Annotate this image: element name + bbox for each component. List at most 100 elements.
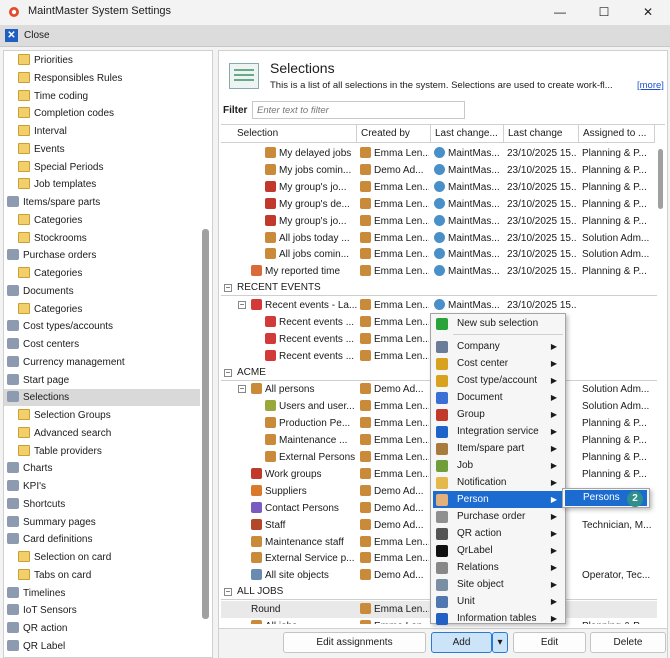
tree-scrollbar[interactable] (201, 53, 210, 653)
menu-item[interactable]: Relations ▶ (433, 559, 563, 576)
group-header[interactable]: − RECENT EVENTS (221, 280, 657, 297)
close-button[interactable]: Close (24, 30, 50, 41)
table-row[interactable]: My delayed jobs Emma Len... MaintMas... 23/… (221, 145, 657, 162)
tree-item[interactable]: Categories (4, 301, 200, 318)
tree-item[interactable]: Tabs on card (4, 567, 200, 584)
table-row[interactable]: My reported time Emma Len... MaintMas... 23… (221, 263, 657, 280)
menu-item[interactable]: New sub selection (433, 315, 563, 332)
collapse-icon[interactable]: − (224, 368, 232, 377)
cell-text: 23/10/2025 15... (507, 266, 577, 278)
window-close-button[interactable]: ✕ (626, 0, 670, 25)
tree-item[interactable]: Time coding (4, 88, 200, 105)
tree-item[interactable]: Selections (4, 389, 200, 407)
filter-input[interactable] (252, 101, 465, 119)
tree-item[interactable]: Items/spare parts (4, 194, 200, 211)
menu-item[interactable]: Company ▶ (433, 338, 563, 355)
cell-text: All persons (265, 384, 315, 396)
tree-item[interactable]: Categories (4, 212, 200, 229)
edit-assignments-button[interactable]: Edit assignments (283, 632, 426, 653)
cell-text: Emma Len... (374, 435, 429, 447)
tree-item[interactable]: Cost types/accounts (4, 318, 200, 335)
delete-button[interactable]: Delete (590, 632, 666, 653)
folder-icon (18, 160, 30, 172)
tree-item[interactable]: QR Label (4, 638, 200, 655)
menu-item[interactable]: QrLabel ▶ (433, 542, 563, 559)
maximize-button[interactable]: ☐ (582, 0, 626, 25)
tree-item[interactable]: Priorities (4, 52, 200, 69)
column-header[interactable]: Last change (504, 125, 579, 143)
submenu-arrow-icon: ▶ (550, 512, 557, 521)
cell-text: Emma Len... (374, 215, 429, 227)
menu-item[interactable]: Person ▶ (433, 491, 563, 508)
tree-item[interactable]: Purchase orders (4, 247, 200, 264)
tree-item[interactable]: Job templates (4, 176, 200, 193)
menu-item[interactable]: Notification ▶ (433, 474, 563, 491)
menu-item[interactable]: Cost type/account ▶ (433, 372, 563, 389)
table-row[interactable]: My group's jo... Emma Len... MaintMas... 23… (221, 179, 657, 196)
table-row[interactable]: All jobs today ... Emma Len... MaintMas...… (221, 230, 657, 247)
column-header[interactable]: Created by (357, 125, 431, 143)
table-row[interactable]: Recent events - La... Emma Len... MaintMas… (221, 297, 657, 314)
table-row[interactable]: My group's jo... Emma Len... MaintMas... 23… (221, 213, 657, 230)
expander-icon[interactable]: − (238, 385, 246, 394)
column-header[interactable]: Assigned to ... (579, 125, 655, 143)
grid-scrollbar[interactable] (658, 145, 664, 615)
tree-item[interactable]: IoT Sensors (4, 602, 200, 619)
grid-scrollbar-thumb[interactable] (658, 149, 663, 209)
more-link[interactable]: [more] (637, 80, 664, 91)
menu-item[interactable]: Cost center ▶ (433, 355, 563, 372)
column-header[interactable]: Selection (221, 125, 357, 143)
collapse-icon[interactable]: − (224, 588, 232, 597)
tree-item[interactable]: Start page (4, 372, 200, 389)
edit-button[interactable]: Edit (513, 632, 586, 653)
menu-item[interactable]: Unit ▶ (433, 593, 563, 610)
table-row[interactable]: My jobs comin... Demo Ad... MaintMas... 23/… (221, 162, 657, 179)
menu-item[interactable]: Integration service ▶ (433, 423, 563, 440)
close-icon[interactable]: ✕ (5, 29, 18, 42)
menu-item[interactable]: QR action ▶ (433, 525, 563, 542)
minimize-button[interactable]: — (538, 0, 582, 25)
menu-item[interactable]: Job ▶ (433, 457, 563, 474)
settings-tree: Priorities Responsibles Rules Time coding C… (3, 50, 213, 658)
tree-item[interactable]: Special Periods (4, 159, 200, 176)
tree-item[interactable]: QR action (4, 620, 200, 637)
add-button[interactable]: Add (431, 632, 492, 653)
tree-item[interactable]: Events (4, 141, 200, 158)
tree-item[interactable]: Currency management (4, 354, 200, 371)
tree-item[interactable]: Selection Groups (4, 407, 200, 424)
tree-item[interactable]: Stockrooms (4, 230, 200, 247)
tree-item[interactable]: Documents (4, 283, 200, 300)
menu-item[interactable]: Site object ▶ (433, 576, 563, 593)
tree-item[interactable]: Card definitions (4, 531, 200, 548)
tree-item[interactable]: Charts (4, 460, 200, 477)
tree-item[interactable]: Selection on card (4, 549, 200, 566)
tree-item[interactable]: Interval (4, 123, 200, 140)
collapse-icon[interactable]: − (224, 284, 232, 293)
menu-item-label: Job (457, 460, 474, 471)
expander-icon[interactable]: − (238, 301, 246, 309)
tree-item[interactable]: Responsibles Rules (4, 70, 200, 87)
tree-item[interactable]: Summary pages (4, 514, 200, 531)
tree-item[interactable]: Completion codes (4, 105, 200, 122)
menu-item[interactable]: Group ▶ (433, 406, 563, 423)
tree-item[interactable]: Table providers (4, 443, 200, 460)
cell-text: MaintMas... (448, 181, 500, 193)
tree-item[interactable]: KPI's (4, 478, 200, 495)
tree-item[interactable]: Shortcuts (4, 496, 200, 513)
menu-item[interactable]: Purchase order ▶ (433, 508, 563, 525)
tree-scrollbar-thumb[interactable] (202, 229, 209, 619)
menu-item[interactable]: Document ▶ (433, 389, 563, 406)
user-icon (360, 197, 371, 209)
tree-item-label: QR action (23, 623, 68, 634)
column-header[interactable]: Last change... (431, 125, 504, 143)
tree-item[interactable]: Advanced search (4, 425, 200, 442)
table-row[interactable]: My group's de... Emma Len... MaintMas... 23… (221, 196, 657, 213)
tree-item[interactable]: Categories (4, 265, 200, 282)
table-row[interactable]: All jobs comin... Emma Len... MaintMas... 2… (221, 246, 657, 263)
menu-item[interactable]: Item/spare part ▶ (433, 440, 563, 457)
add-dropdown-button[interactable]: ▾ (492, 632, 508, 653)
tree-item[interactable]: Timelines (4, 585, 200, 602)
menu-item[interactable]: Information tables ▶ (433, 610, 563, 627)
cell-text: Planning & P... (582, 215, 647, 227)
tree-item[interactable]: Cost centers (4, 336, 200, 353)
